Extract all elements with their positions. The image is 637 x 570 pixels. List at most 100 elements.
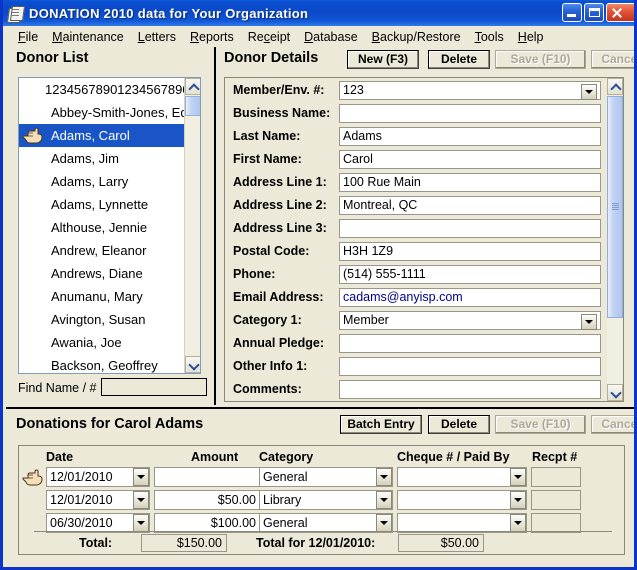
form-row: Member/Env. #: 123 <box>225 80 623 102</box>
menu-database[interactable]: Database <box>297 28 365 46</box>
donor-list-item[interactable]: 12345678901234567890 <box>19 78 200 101</box>
donor-list-item[interactable]: Awania, Joe <box>19 331 200 354</box>
donation-date-chevron-down-icon[interactable] <box>133 514 149 532</box>
horizontal-splitter[interactable] <box>6 407 634 413</box>
donor-list[interactable]: 12345678901234567890 Abbey-Smith-Jones, E… <box>18 77 201 374</box>
menu-backup-restore[interactable]: Backup/Restore <box>365 28 468 46</box>
category-1-label: Category 1: <box>233 313 302 327</box>
delete-donation-button[interactable]: Delete <box>428 415 490 434</box>
annual-pledge-input[interactable] <box>339 334 601 353</box>
member-env-number-input[interactable]: 123 <box>339 81 601 100</box>
donation-amount-cell[interactable]: $100.00 <box>154 513 260 533</box>
maximize-icon[interactable] <box>584 3 604 22</box>
details-scroll-down-icon[interactable] <box>607 384 623 401</box>
menu-bar: File Maintenance Letters Reports Receipt… <box>6 26 634 47</box>
form-row: Address Line 3: <box>225 218 623 240</box>
delete-button[interactable]: Delete <box>428 50 490 69</box>
menu-reports[interactable]: Reports <box>183 28 241 46</box>
other-info-1-label: Other Info 1: <box>233 359 308 373</box>
donation-date-chevron-down-icon[interactable] <box>133 491 149 509</box>
donation-category-chevron-down-icon[interactable] <box>376 514 392 532</box>
donation-category-chevron-down-icon[interactable] <box>376 468 392 486</box>
last-name-input[interactable]: Adams <box>339 127 601 146</box>
donor-list-scroll-thumb[interactable] <box>185 96 200 116</box>
address-line-1-value: 100 Rue Main <box>343 175 421 189</box>
donation-cheque-chevron-down-icon[interactable] <box>510 491 526 509</box>
donor-list-item-label: Adams, Carol <box>51 128 130 143</box>
vertical-splitter[interactable] <box>214 47 216 405</box>
menu-receipt[interactable]: Receipt <box>241 28 297 46</box>
form-row: Comments: <box>225 379 623 401</box>
find-name-input[interactable] <box>101 378 207 396</box>
menu-tools[interactable]: Tools <box>468 28 511 46</box>
category-1-value: Member <box>343 313 389 327</box>
other-info-1-input[interactable] <box>339 357 601 376</box>
scroll-up-icon[interactable] <box>185 78 200 95</box>
donor-list-item-label: Adams, Larry <box>51 174 129 189</box>
donor-list-item[interactable]: Andrews, Diane <box>19 262 200 285</box>
donor-list-item[interactable]: Abbey-Smith-Jones, Edw <box>19 101 200 124</box>
member-env-number-label: Member/Env. #: <box>233 83 325 97</box>
pointing-hand-icon <box>22 469 43 486</box>
donation-amount-cell[interactable] <box>154 467 260 487</box>
donation-cheque-cell[interactable] <box>397 490 527 510</box>
donation-cheque-chevron-down-icon[interactable] <box>510 468 526 486</box>
donor-list-item[interactable]: Avington, Susan <box>19 308 200 331</box>
donation-cheque-chevron-down-icon[interactable] <box>510 514 526 532</box>
donor-list-item[interactable]: Adams, Jim <box>19 147 200 170</box>
donor-list-item-label: Adams, Jim <box>51 151 119 166</box>
donor-list-scrollbar[interactable] <box>184 78 200 373</box>
donor-list-item[interactable]: Adams, Carol <box>19 124 200 147</box>
business-name-label: Business Name: <box>233 106 331 120</box>
scroll-down-icon[interactable] <box>185 356 200 373</box>
category-1-input[interactable]: Member <box>339 311 601 330</box>
category-1-chevron-down-icon[interactable] <box>581 314 597 330</box>
business-name-input[interactable] <box>339 104 601 123</box>
donor-list-item[interactable]: Andrew, Eleanor <box>19 239 200 262</box>
donor-list-item-label: Abbey-Smith-Jones, Edw <box>51 105 197 120</box>
member-env-number-chevron-down-icon[interactable] <box>581 84 597 100</box>
first-name-input[interactable]: Carol <box>339 150 601 169</box>
menu-letters[interactable]: Letters <box>131 28 183 46</box>
donor-list-item[interactable]: Adams, Lynnette <box>19 193 200 216</box>
details-scroll-thumb[interactable] <box>607 96 623 318</box>
donation-category-cell[interactable]: General <box>259 467 393 487</box>
minimize-icon[interactable] <box>562 3 582 22</box>
donor-list-item[interactable]: Adams, Larry <box>19 170 200 193</box>
donation-amount-cell[interactable]: $50.00 <box>154 490 260 510</box>
column-header-amount: Amount <box>191 450 239 464</box>
menu-file[interactable]: File <box>11 28 45 46</box>
close-icon[interactable] <box>606 3 634 22</box>
email-address-input[interactable]: cadams@anyisp.com <box>339 288 601 307</box>
donor-list-title: Donor List <box>16 50 89 66</box>
donation-category-cell[interactable]: Library <box>259 490 393 510</box>
donation-row[interactable]: 12/01/2010 General <box>19 467 624 489</box>
form-row: Annual Pledge: <box>225 333 623 355</box>
form-row: Email Address: cadams@anyisp.com <box>225 287 623 309</box>
donor-list-item[interactable]: Anumanu, Mary <box>19 285 200 308</box>
donation-category-chevron-down-icon[interactable] <box>376 491 392 509</box>
batch-entry-button[interactable]: Batch Entry <box>340 415 422 434</box>
donation-cheque-cell[interactable] <box>397 467 527 487</box>
menu-help[interactable]: Help <box>511 28 551 46</box>
total-value: $150.00 <box>141 534 227 552</box>
member-env-number-value: 123 <box>343 83 364 97</box>
details-scroll-up-icon[interactable] <box>607 78 623 95</box>
new-button[interactable]: New (F3) <box>347 50 419 69</box>
donation-cheque-cell[interactable] <box>397 513 527 533</box>
address-line-2-input[interactable]: Montreal, QC <box>339 196 601 215</box>
phone-input[interactable]: (514) 555-1111 <box>339 265 601 284</box>
donation-row[interactable]: 12/01/2010 $50.00 Library <box>19 490 624 512</box>
donation-category-cell[interactable]: General <box>259 513 393 533</box>
donation-date-chevron-down-icon[interactable] <box>133 468 149 486</box>
donor-list-item-label: Avington, Susan <box>51 312 146 327</box>
address-line-3-input[interactable] <box>339 219 601 238</box>
donor-details-scrollbar[interactable] <box>607 78 623 401</box>
address-line-1-input[interactable]: 100 Rue Main <box>339 173 601 192</box>
donor-list-item[interactable]: Backson, Geoffrey <box>19 354 200 373</box>
menu-maintenance[interactable]: Maintenance <box>45 28 131 46</box>
postal-code-input[interactable]: H3H 1Z9 <box>339 242 601 261</box>
donor-list-item[interactable]: Althouse, Jennie <box>19 216 200 239</box>
comments-input[interactable] <box>339 380 601 399</box>
donor-list-rows: 12345678901234567890 Abbey-Smith-Jones, E… <box>19 78 200 373</box>
